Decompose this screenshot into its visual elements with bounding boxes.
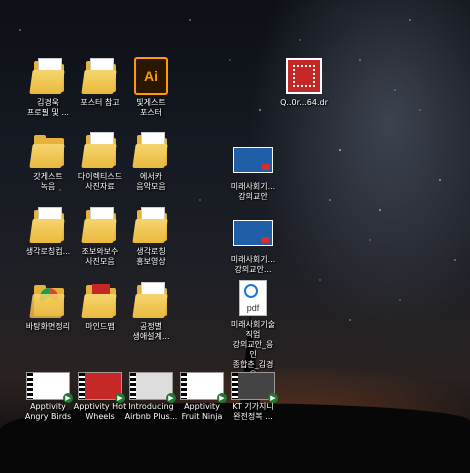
desktop-icon-app[interactable]: Q..0r...64.dr [274,56,334,108]
slide-thumbnail-icon [233,213,273,253]
video-file-icon: ▶ [78,372,125,403]
desktop-icon-slide-1[interactable]: 미래사회기... 강의교안 [223,140,283,202]
desktop-icon-folder-life-design[interactable]: 공정별 생애설계... [121,280,181,342]
folder-icon [80,205,120,245]
illustrator-icon: Ai [131,56,171,96]
pdf-icon: pdf [233,278,273,318]
app-red-icon [284,56,324,96]
video-file-icon: ▶ [26,372,73,403]
desktop-icon-ai-file[interactable]: Ai 빛게스트 포스터 [121,56,181,118]
chrome-folder-icon [28,280,68,320]
folder-icon [131,280,171,320]
folder-icon [80,56,120,96]
icon-label: 생각로칭 홍보영상 [136,247,166,266]
folder-icon [131,205,171,245]
icon-label: Q..0r...64.dr [280,98,328,107]
folder-icon [28,130,68,170]
desktop-icon-folder-profile[interactable]: 김경욱 프로필 및 ... [18,56,78,118]
folder-icon [28,56,68,96]
desktop-icon-folder-music[interactable]: 에서카 음악모음 [121,130,181,192]
video-file-icon: ▶ [180,372,227,403]
icon-label: 미래사회기... 강의교안... [230,255,276,274]
folder-icon [28,205,68,245]
desktop-icon-slide-2[interactable]: 미래사회기... 강의교안... [223,213,283,275]
video-file-icon: ▶ [231,372,278,403]
desktop-icon-video-kt-giga-genie[interactable]: ▶ KT 기가지니 완전정복 ... [223,362,283,422]
folder-icon [80,280,120,320]
icon-label: 미래사회기... 강의교안 [230,182,276,201]
icon-label: 에서카 음악모음 [136,172,166,191]
slide-thumbnail-icon [233,140,273,180]
icon-label: KT 기가지니 완전정복 ... [232,402,274,421]
folder-icon [131,130,171,170]
icon-label: 빛게스트 포스터 [136,98,166,117]
desktop-icon-folder-promo-video[interactable]: 생각로칭 홍보영상 [121,205,181,267]
folder-icon [80,130,120,170]
icon-label: 공정별 생애설계... [132,322,170,341]
video-file-icon: ▶ [129,372,176,403]
